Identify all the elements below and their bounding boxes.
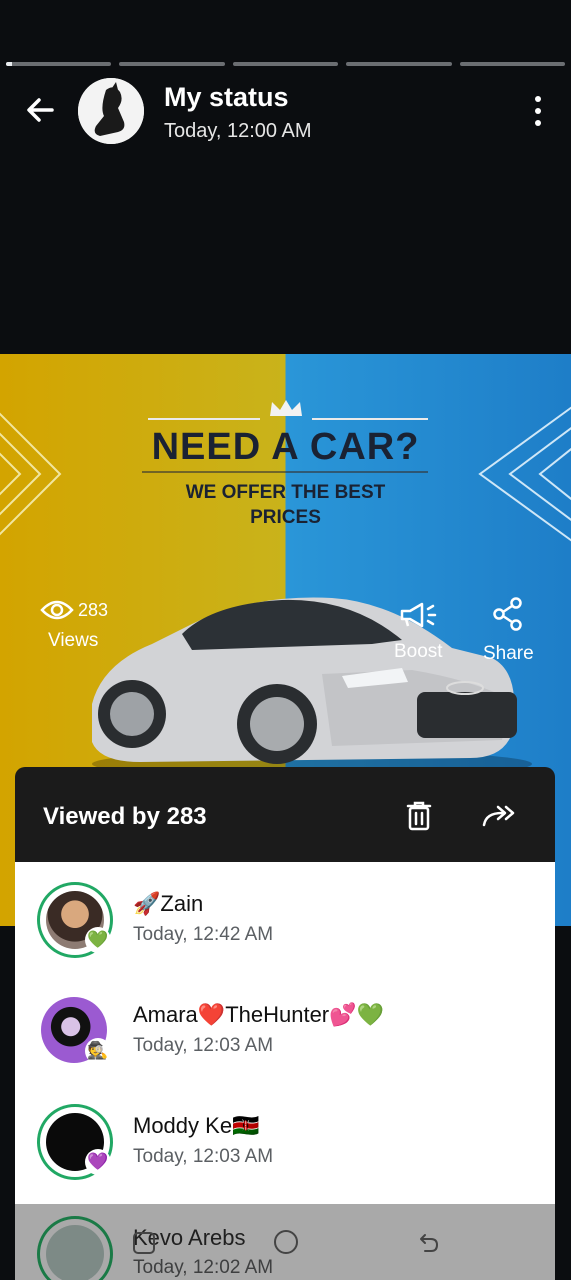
views-button[interactable]: 283 Views [40, 598, 108, 652]
decor-line [142, 471, 428, 473]
chevron-decoration-left [0, 412, 62, 536]
viewer-time: Today, 12:03 AM [133, 1035, 274, 1056]
share-button[interactable]: Share [483, 596, 534, 665]
home-nav-icon[interactable] [272, 1228, 300, 1256]
progress-segment-5 [459, 62, 566, 66]
share-icon [493, 597, 523, 631]
viewer-row[interactable]: 💜 Moddy Ke🇰🇪 Today, 12:03 AM [15, 1084, 555, 1194]
my-avatar[interactable] [78, 78, 144, 144]
car-image [92, 597, 532, 778]
viewer-row[interactable]: 💚 🚀Zain Today, 12:42 AM [15, 862, 555, 972]
viewer-badge: 💚 [85, 927, 111, 953]
progress-segment-3 [232, 62, 339, 66]
forward-all-icon[interactable] [481, 803, 517, 829]
chevron-decoration-right [478, 406, 571, 542]
viewer-time: Today, 12:02 AM [133, 1257, 274, 1278]
decor-line [312, 418, 428, 420]
viewer-name: 🚀Zain [133, 891, 204, 916]
progress-segment-2 [119, 62, 225, 66]
recents-nav-icon[interactable] [131, 1230, 157, 1256]
megaphone-icon [401, 602, 437, 628]
viewed-by-title: Viewed by 283 [43, 803, 207, 830]
viewer-row-dimmed[interactable]: Kevo Arebs Today, 12:02 AM [15, 1204, 555, 1280]
viewer-time: Today, 12:03 AM [133, 1146, 274, 1167]
progress-segment-4 [346, 62, 452, 66]
more-options-icon[interactable] [533, 96, 543, 128]
page-title: My status [164, 82, 289, 112]
progress-segment-1 [6, 62, 112, 66]
share-label: Share [483, 643, 534, 664]
eye-icon [40, 600, 74, 620]
viewer-avatar [40, 1219, 110, 1280]
viewer-badge: 💜 [85, 1149, 111, 1175]
ad-tagline: WE OFFER THE BEST PRICES [185, 482, 386, 528]
viewers-list: 💚 🚀Zain Today, 12:42 AM 🕵️ Amara❤️TheHun… [15, 862, 555, 1204]
back-arrow-icon[interactable] [22, 92, 58, 128]
ad-headline: NEED A CAR? [151, 426, 420, 468]
trash-icon[interactable] [406, 801, 432, 831]
viewers-sheet-header: Viewed by 283 [15, 767, 555, 862]
viewer-row[interactable]: 🕵️ Amara❤️TheHunter💕💚 Today, 12:03 AM [15, 973, 555, 1083]
status-progress-bar [6, 62, 566, 66]
views-count: 283 [78, 599, 109, 620]
status-timestamp: Today, 12:00 AM [164, 120, 312, 142]
decor-line [148, 418, 260, 420]
viewer-name: Moddy Ke🇰🇪 [133, 1113, 260, 1138]
viewer-badge: 🕵️ [85, 1038, 111, 1064]
viewer-name: Amara❤️TheHunter💕💚 [133, 1002, 384, 1027]
back-nav-icon[interactable] [415, 1230, 441, 1256]
status-header: My status Today, 12:00 AM [0, 78, 571, 144]
boost-label: Boost [394, 641, 443, 662]
crown-icon [270, 400, 302, 416]
boost-button[interactable]: Boost [394, 600, 443, 663]
views-label: Views [48, 630, 99, 651]
viewer-time: Today, 12:42 AM [133, 924, 274, 945]
